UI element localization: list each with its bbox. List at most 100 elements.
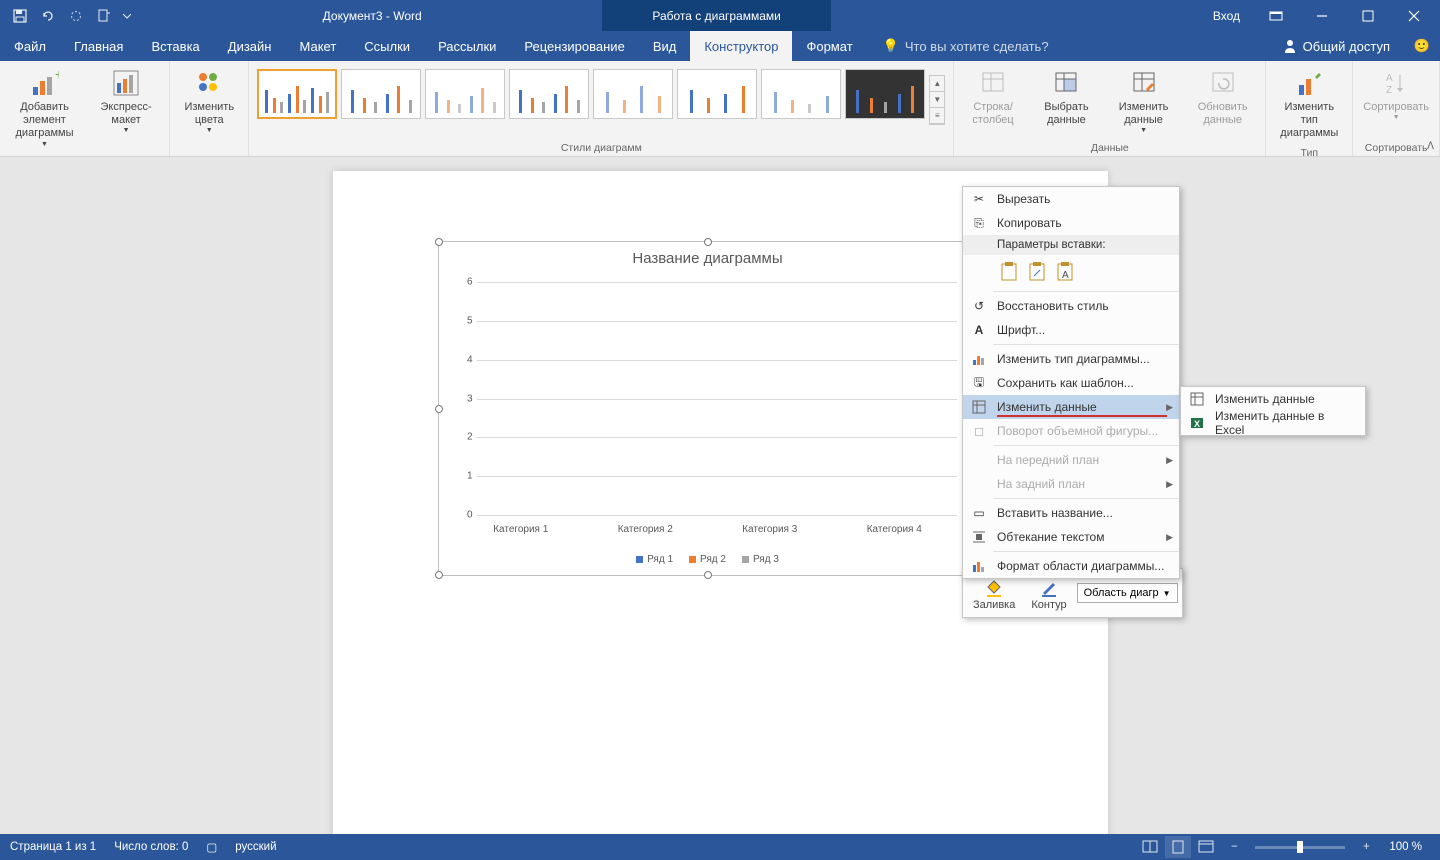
mini-chart-area-select[interactable]: Область диагр▼ xyxy=(1077,583,1178,603)
zoom-out-button[interactable]: − xyxy=(1221,836,1247,858)
svg-text:A: A xyxy=(1062,270,1069,281)
ctx-sub-edit-data[interactable]: Изменить данные xyxy=(1181,387,1365,411)
handle-n[interactable] xyxy=(704,238,712,246)
ribbon-group-data: Строка/столбец Выбрать данные Изменить д… xyxy=(954,61,1266,156)
share-button[interactable]: Общий доступ xyxy=(1269,31,1404,61)
mini-fill-button[interactable]: Заливка xyxy=(967,573,1021,613)
ribbon-display-button[interactable] xyxy=(1254,0,1298,31)
statusbar: Страница 1 из 1 Число слов: 0 ▢ русский … xyxy=(0,834,1440,860)
save-button[interactable] xyxy=(8,4,32,28)
chart-style-2[interactable] xyxy=(341,69,421,119)
tab-references[interactable]: Ссылки xyxy=(350,31,424,61)
redo-button[interactable] xyxy=(64,4,88,28)
chart-style-7[interactable] xyxy=(761,69,841,119)
ctx-sub-edit-excel[interactable]: XИзменить данные в Excel xyxy=(1181,411,1365,435)
ctx-cut[interactable]: ✂Вырезать xyxy=(963,187,1179,211)
tell-me-search[interactable]: 💡 Что вы хотите сделать? xyxy=(867,31,1269,61)
font-icon: A xyxy=(971,322,987,338)
x-label: Категория 4 xyxy=(867,524,922,535)
chart-style-6[interactable] xyxy=(677,69,757,119)
handle-s[interactable] xyxy=(704,571,712,579)
quick-layout-button[interactable]: Экспресс-макет▼ xyxy=(87,63,165,140)
tab-home[interactable]: Главная xyxy=(60,31,137,61)
sort-button[interactable]: AZ Сортировать▼ xyxy=(1357,63,1435,127)
ctx-insert-title[interactable]: ▭Вставить название... xyxy=(963,501,1179,525)
tab-view[interactable]: Вид xyxy=(639,31,691,61)
x-axis-labels: Категория 1Категория 2Категория 3Категор… xyxy=(459,524,957,535)
tab-chart-design[interactable]: Конструктор xyxy=(690,31,792,61)
add-chart-element-button[interactable]: + Добавить элемент диаграммы▼ xyxy=(4,63,85,153)
chart-object[interactable]: Название диаграммы 0123456 Категория 1Ка… xyxy=(438,241,978,576)
status-language[interactable]: русский xyxy=(235,841,276,853)
title-icon: ▭ xyxy=(971,505,987,521)
tab-design[interactable]: Дизайн xyxy=(214,31,286,61)
tab-insert[interactable]: Вставка xyxy=(137,31,213,61)
undo-button[interactable] xyxy=(36,4,60,28)
zoom-in-button[interactable]: + xyxy=(1353,836,1379,858)
handle-sw[interactable] xyxy=(435,571,443,579)
handle-w[interactable] xyxy=(435,405,443,413)
refresh-data-button[interactable]: Обновить данные xyxy=(1184,63,1261,131)
chart-style-3[interactable] xyxy=(425,69,505,119)
ctx-copy[interactable]: ⎘Копировать xyxy=(963,211,1179,235)
chart-legend[interactable]: Ряд 1 Ряд 2 Ряд 3 xyxy=(439,554,977,565)
ctx-format-area[interactable]: Формат области диаграммы... xyxy=(963,554,1179,578)
chart-style-4[interactable] xyxy=(509,69,589,119)
paste-opt-1[interactable] xyxy=(997,259,1021,285)
feedback-button[interactable]: 🙂 xyxy=(1404,31,1440,61)
switch-row-col-button[interactable]: Строка/столбец xyxy=(958,63,1027,131)
bulb-icon: 💡 xyxy=(883,38,899,54)
legend-item[interactable]: Ряд 1 xyxy=(636,554,673,565)
paste-opt-2[interactable] xyxy=(1025,259,1049,285)
tab-layout[interactable]: Макет xyxy=(285,31,350,61)
titlebar: Документ3 - Word Работа с диаграммами Вх… xyxy=(0,0,1440,31)
tab-file[interactable]: Файл xyxy=(0,31,60,61)
tab-review[interactable]: Рецензирование xyxy=(510,31,638,61)
close-button[interactable] xyxy=(1392,0,1436,31)
legend-item[interactable]: Ряд 3 xyxy=(742,554,779,565)
tab-mailings[interactable]: Рассылки xyxy=(424,31,510,61)
qat-customize[interactable] xyxy=(120,4,134,28)
chart-plot-area[interactable]: 0123456 xyxy=(459,282,957,515)
ctx-send-back: На задний план▶ xyxy=(963,472,1179,496)
handle-nw[interactable] xyxy=(435,238,443,246)
ctx-change-type[interactable]: Изменить тип диаграммы... xyxy=(963,347,1179,371)
ctx-edit-data[interactable]: Изменить данные▶ xyxy=(963,395,1179,419)
tab-format[interactable]: Формат xyxy=(792,31,866,61)
mini-outline-button[interactable]: Контур xyxy=(1025,573,1072,613)
chart-style-1[interactable] xyxy=(257,69,337,119)
view-print-layout[interactable] xyxy=(1165,836,1191,858)
chart-icon xyxy=(971,351,987,367)
ribbon-group-type: Изменить тип диаграммы Тип xyxy=(1266,61,1353,156)
view-read-mode[interactable] xyxy=(1137,836,1163,858)
edit-data-button[interactable]: Изменить данные▼ xyxy=(1105,63,1182,140)
chart-styles-more[interactable]: ▲▼≡ xyxy=(929,75,945,125)
collapse-ribbon-button[interactable]: ᐱ xyxy=(1425,139,1436,154)
ctx-save-template[interactable]: 🖫Сохранить как шаблон... xyxy=(963,371,1179,395)
x-label: Категория 1 xyxy=(493,524,548,535)
edit-data-icon xyxy=(971,399,987,415)
chart-styles-gallery: ▲▼≡ xyxy=(253,63,949,131)
change-colors-button[interactable]: Изменить цвета▼ xyxy=(174,63,244,140)
maximize-button[interactable] xyxy=(1346,0,1390,31)
legend-item[interactable]: Ряд 2 xyxy=(689,554,726,565)
minimize-button[interactable] xyxy=(1300,0,1344,31)
ctx-wrap-text[interactable]: Обтекание текстом▶ xyxy=(963,525,1179,549)
ribbon-group-layouts: + Добавить элемент диаграммы▼ Экспресс-м… xyxy=(0,61,170,156)
zoom-slider[interactable] xyxy=(1255,846,1345,849)
ctx-reset-style[interactable]: ↺Восстановить стиль xyxy=(963,294,1179,318)
view-web-layout[interactable] xyxy=(1193,836,1219,858)
select-data-button[interactable]: Выбрать данные xyxy=(1030,63,1103,131)
zoom-level[interactable]: 100 % xyxy=(1381,841,1430,853)
chart-style-8[interactable] xyxy=(845,69,925,119)
new-doc-button[interactable] xyxy=(92,4,116,28)
status-proofing-icon[interactable]: ▢ xyxy=(206,840,217,854)
chart-style-5[interactable] xyxy=(593,69,673,119)
status-words[interactable]: Число слов: 0 xyxy=(114,841,188,853)
ctx-rotate-3d: ◻Поворот объемной фигуры... xyxy=(963,419,1179,443)
ctx-font[interactable]: AШрифт... xyxy=(963,318,1179,342)
paste-opt-3[interactable]: A xyxy=(1053,259,1077,285)
status-page[interactable]: Страница 1 из 1 xyxy=(10,841,96,853)
change-chart-type-button[interactable]: Изменить тип диаграммы xyxy=(1270,63,1348,145)
login-link[interactable]: Вход xyxy=(1201,9,1252,23)
